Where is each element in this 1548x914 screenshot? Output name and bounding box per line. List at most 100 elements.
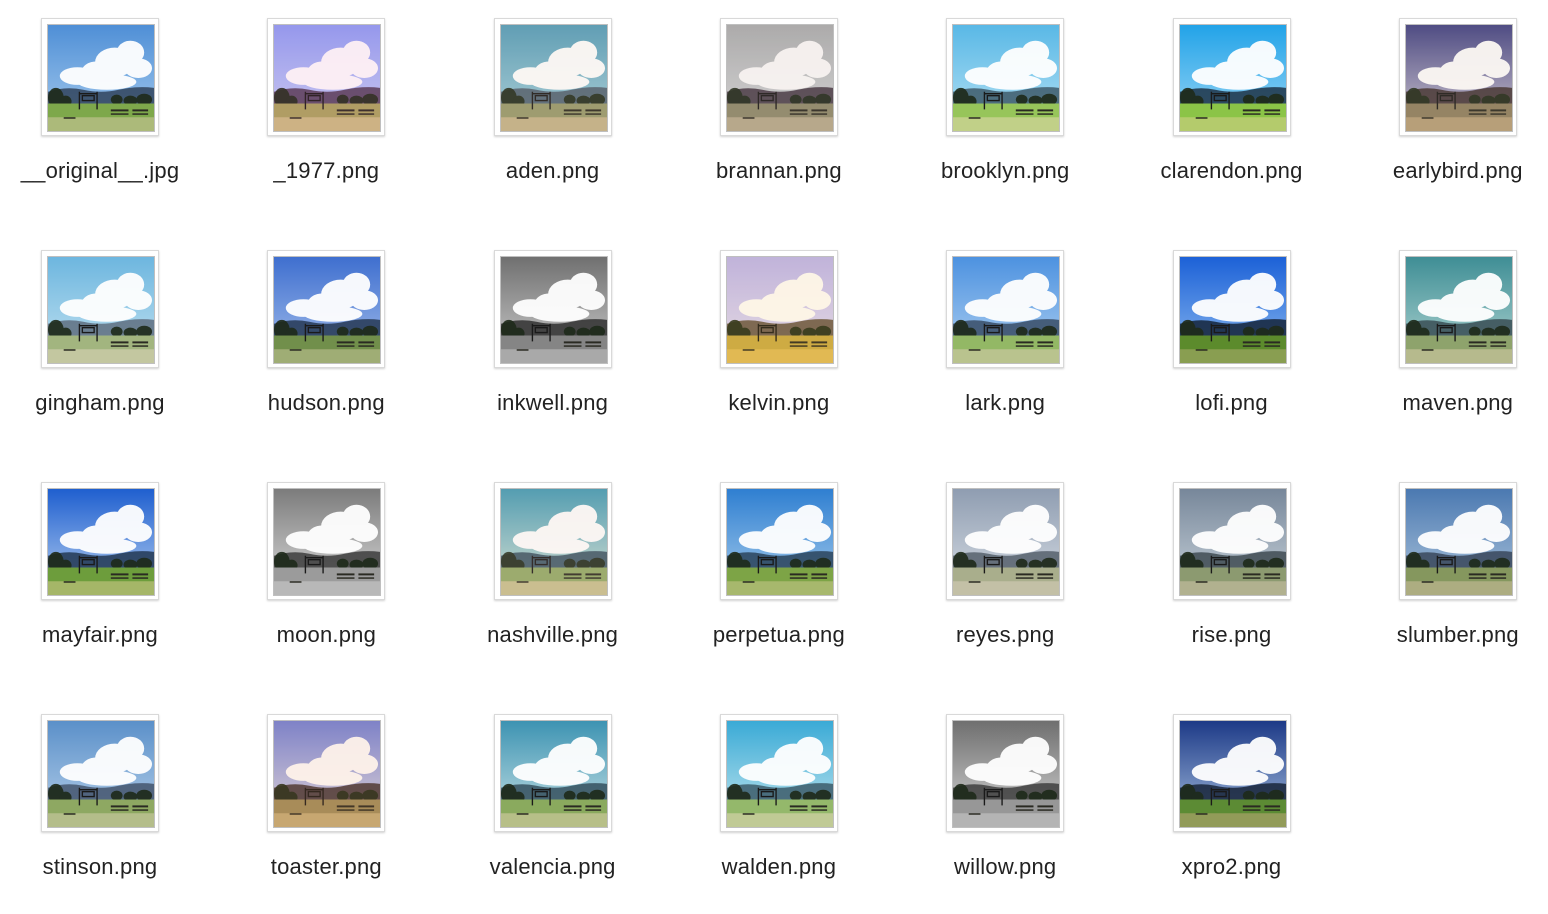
file-name-label[interactable]: _1977.png — [226, 158, 426, 184]
file-name-label[interactable]: xpro2.png — [1132, 854, 1332, 880]
landscape-thumbnail — [725, 488, 834, 596]
file-item[interactable]: perpetua.png — [679, 482, 879, 682]
image-thumbnail-icon[interactable] — [41, 250, 159, 368]
image-thumbnail-icon[interactable] — [493, 18, 612, 136]
file-name-label[interactable]: perpetua.png — [679, 622, 879, 648]
landscape-thumbnail — [47, 488, 155, 596]
file-name-label[interactable]: reyes.png — [905, 622, 1105, 648]
file-name-label[interactable]: maven.png — [1358, 390, 1548, 416]
image-thumbnail-icon[interactable] — [946, 714, 1065, 832]
landscape-thumbnail — [1178, 488, 1287, 596]
image-thumbnail-icon[interactable] — [946, 250, 1065, 368]
image-thumbnail-icon[interactable] — [1398, 482, 1517, 600]
image-thumbnail-icon[interactable] — [719, 250, 838, 368]
file-item[interactable]: toaster.png — [226, 714, 426, 914]
landscape-thumbnail — [1404, 256, 1513, 364]
image-thumbnail-icon[interactable] — [1172, 714, 1291, 832]
file-item[interactable]: brooklyn.png — [905, 18, 1105, 218]
file-name-label[interactable]: kelvin.png — [679, 390, 879, 416]
landscape-thumbnail — [725, 24, 834, 132]
file-name-label[interactable]: nashville.png — [453, 622, 653, 648]
file-name-label[interactable]: moon.png — [226, 622, 426, 648]
landscape-thumbnail — [47, 720, 155, 828]
file-name-label[interactable]: walden.png — [679, 854, 879, 880]
image-thumbnail-icon[interactable] — [41, 482, 159, 600]
file-item[interactable]: lofi.png — [1132, 250, 1332, 450]
file-item[interactable]: walden.png — [679, 714, 879, 914]
file-item[interactable]: slumber.png — [1358, 482, 1548, 682]
file-name-label[interactable]: rise.png — [1132, 622, 1332, 648]
file-item[interactable]: aden.png — [453, 18, 653, 218]
file-name-label[interactable]: willow.png — [905, 854, 1105, 880]
file-item[interactable]: valencia.png — [453, 714, 653, 914]
image-thumbnail-icon[interactable] — [1398, 18, 1517, 136]
image-thumbnail-icon[interactable] — [267, 714, 386, 832]
file-item[interactable]: willow.png — [905, 714, 1105, 914]
image-thumbnail-icon[interactable] — [493, 250, 612, 368]
image-thumbnail-icon[interactable] — [493, 714, 612, 832]
image-thumbnail-icon[interactable] — [1172, 250, 1291, 368]
landscape-thumbnail — [1404, 488, 1513, 596]
file-name-label[interactable]: stinson.png — [0, 854, 200, 880]
image-thumbnail-icon[interactable] — [267, 18, 386, 136]
image-thumbnail-icon[interactable] — [1172, 482, 1291, 600]
file-name-label[interactable]: aden.png — [453, 158, 653, 184]
file-name-label[interactable]: earlybird.png — [1358, 158, 1548, 184]
file-item[interactable]: inkwell.png — [453, 250, 653, 450]
image-thumbnail-icon[interactable] — [719, 18, 838, 136]
file-item[interactable]: gingham.png — [0, 250, 200, 450]
landscape-thumbnail — [499, 24, 608, 132]
file-item[interactable]: __original__.jpg — [0, 18, 200, 218]
file-item[interactable]: xpro2.png — [1132, 714, 1332, 914]
file-name-label[interactable]: toaster.png — [226, 854, 426, 880]
file-item[interactable]: kelvin.png — [679, 250, 879, 450]
landscape-thumbnail — [1404, 24, 1513, 132]
landscape-thumbnail — [499, 720, 608, 828]
file-name-label[interactable]: inkwell.png — [453, 390, 653, 416]
file-item[interactable]: reyes.png — [905, 482, 1105, 682]
landscape-thumbnail — [47, 24, 155, 132]
file-icon-grid: __original__.jpg _1977.png aden.png bran… — [0, 0, 1548, 902]
landscape-thumbnail — [952, 488, 1061, 596]
landscape-thumbnail — [273, 488, 382, 596]
file-name-label[interactable]: brannan.png — [679, 158, 879, 184]
file-item[interactable]: mayfair.png — [0, 482, 200, 682]
landscape-thumbnail — [1178, 256, 1287, 364]
file-name-label[interactable]: gingham.png — [0, 390, 200, 416]
file-item[interactable]: maven.png — [1358, 250, 1548, 450]
file-name-label[interactable]: lofi.png — [1132, 390, 1332, 416]
image-thumbnail-icon[interactable] — [719, 482, 838, 600]
file-item[interactable]: hudson.png — [226, 250, 426, 450]
landscape-thumbnail — [952, 720, 1061, 828]
file-item[interactable]: nashville.png — [453, 482, 653, 682]
image-thumbnail-icon[interactable] — [1172, 18, 1291, 136]
file-name-label[interactable]: slumber.png — [1358, 622, 1548, 648]
file-name-label[interactable]: valencia.png — [453, 854, 653, 880]
file-item[interactable]: moon.png — [226, 482, 426, 682]
image-thumbnail-icon[interactable] — [1398, 250, 1517, 368]
landscape-thumbnail — [499, 488, 608, 596]
file-item[interactable]: stinson.png — [0, 714, 200, 914]
file-name-label[interactable]: __original__.jpg — [0, 158, 200, 184]
image-thumbnail-icon[interactable] — [946, 18, 1065, 136]
image-thumbnail-icon[interactable] — [267, 482, 386, 600]
file-name-label[interactable]: clarendon.png — [1132, 158, 1332, 184]
file-item[interactable]: rise.png — [1132, 482, 1332, 682]
file-name-label[interactable]: lark.png — [905, 390, 1105, 416]
image-thumbnail-icon[interactable] — [719, 714, 838, 832]
file-item[interactable]: brannan.png — [679, 18, 879, 218]
landscape-thumbnail — [499, 256, 608, 364]
file-name-label[interactable]: mayfair.png — [0, 622, 200, 648]
image-thumbnail-icon[interactable] — [41, 714, 159, 832]
file-name-label[interactable]: hudson.png — [226, 390, 426, 416]
file-item[interactable]: _1977.png — [226, 18, 426, 218]
file-name-label[interactable]: brooklyn.png — [905, 158, 1105, 184]
file-item[interactable]: earlybird.png — [1358, 18, 1548, 218]
image-thumbnail-icon[interactable] — [946, 482, 1065, 600]
landscape-thumbnail — [47, 256, 155, 364]
image-thumbnail-icon[interactable] — [41, 18, 159, 136]
file-item[interactable]: clarendon.png — [1132, 18, 1332, 218]
image-thumbnail-icon[interactable] — [267, 250, 386, 368]
image-thumbnail-icon[interactable] — [493, 482, 612, 600]
file-item[interactable]: lark.png — [905, 250, 1105, 450]
